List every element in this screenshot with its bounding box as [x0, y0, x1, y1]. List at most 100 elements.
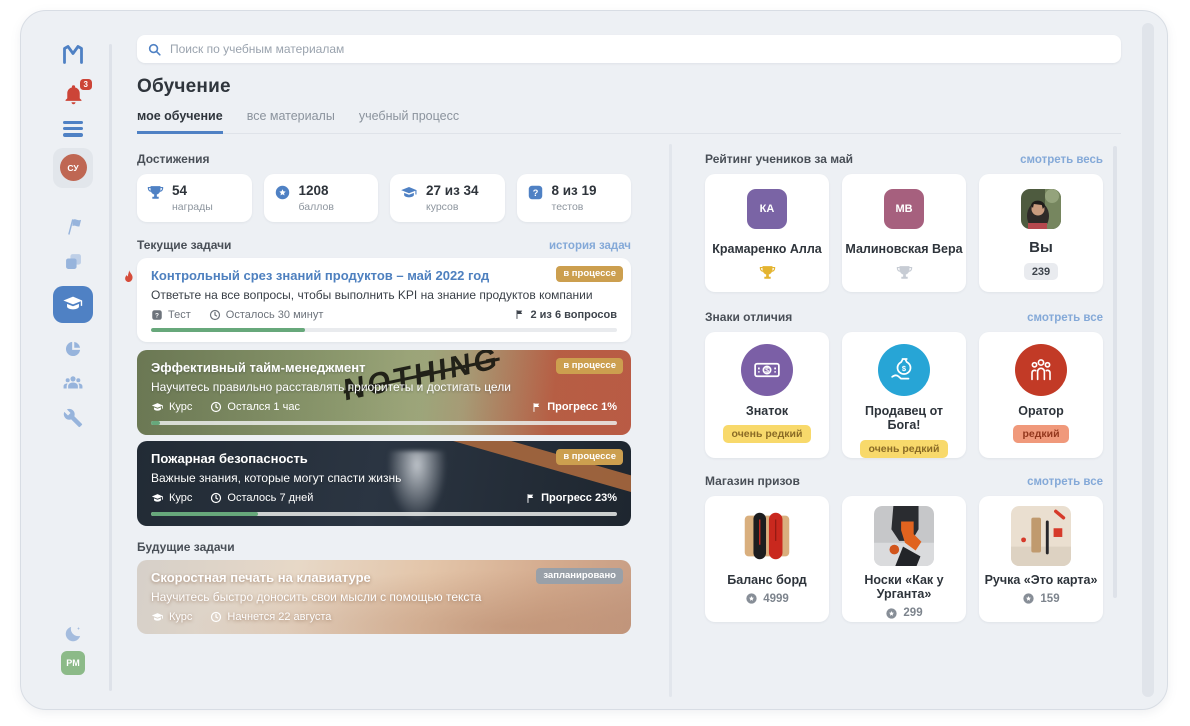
stat-value: 54 — [172, 183, 188, 198]
task-description: Ответьте на все вопросы, чтобы выполнить… — [151, 287, 593, 302]
notification-badge: 3 — [80, 79, 92, 90]
task-history-link[interactable]: история задач — [549, 240, 631, 252]
sidebar-item-flag[interactable] — [62, 215, 84, 237]
rating-card-you[interactable]: Вы 239 — [979, 174, 1103, 292]
pie-chart-icon — [65, 341, 81, 356]
wrench-icon — [63, 408, 83, 427]
task-time-left: Остался 1 час — [227, 401, 300, 414]
task-progress-text: Прогресс 1% — [547, 401, 617, 414]
sidebar-item-analytics[interactable] — [63, 339, 83, 359]
menu-button[interactable] — [63, 121, 83, 137]
task-card-test[interactable]: Контрольный срез знаний продуктов – май … — [125, 257, 631, 342]
status-badge: запланировано — [536, 567, 623, 584]
coin-icon — [746, 593, 757, 605]
product-image-pen — [1011, 506, 1071, 566]
stat-courses[interactable]: 27 из 34 курсов — [390, 174, 505, 222]
column-divider — [669, 144, 672, 697]
user-avatar[interactable]: СУ — [53, 147, 93, 188]
sidebar-item-settings[interactable] — [63, 408, 83, 428]
tab-learning-process[interactable]: учебный процесс — [359, 109, 459, 133]
task-card-fire-safety[interactable]: Пожарная безопасность в процессе Важные … — [137, 440, 631, 526]
task-card-time-management[interactable]: NOTHING Эффективный тайм-менеджмент в пр… — [137, 349, 631, 435]
product-price: 4999 — [763, 592, 789, 605]
window-scrollbar[interactable] — [1142, 23, 1154, 697]
svg-text:?: ? — [532, 188, 538, 198]
flame-icon — [137, 368, 138, 386]
task-time-left: Осталось 7 дней — [227, 492, 314, 505]
task-progress-text: 2 из 6 вопросов — [530, 308, 617, 321]
search-input[interactable] — [170, 42, 1111, 56]
question-icon: ? — [528, 185, 542, 200]
rating-cards: КА Крамаренко Алла МВ Малиновская Вера В… — [705, 174, 1103, 292]
flame-icon — [125, 269, 133, 282]
rating-card-1[interactable]: КА Крамаренко Алла — [705, 174, 829, 292]
dark-mode-toggle[interactable] — [63, 624, 83, 644]
student-name: Малиновская Вера — [845, 242, 963, 256]
shop-card-balance-board[interactable]: Баланс борд 4999 — [705, 496, 829, 622]
graduation-cap-icon — [401, 187, 417, 198]
task-type: Курс — [169, 611, 193, 624]
tab-my-learning[interactable]: мое обучение — [137, 109, 223, 134]
stat-awards[interactable]: 54 награды — [137, 174, 252, 222]
tab-all-materials[interactable]: все материалы — [247, 109, 335, 133]
clock-icon — [209, 309, 220, 320]
product-name: Носки «Как у Урганта» — [864, 573, 944, 602]
future-tasks-title: Будущие задачи — [137, 539, 235, 554]
notifications-button[interactable]: 3 — [62, 79, 92, 106]
test-chip-icon: ? — [152, 309, 162, 320]
task-title[interactable]: Эффективный тайм-менеджмент — [151, 360, 617, 375]
clock-icon — [211, 401, 222, 413]
shop-see-all-link[interactable]: смотреть все — [1027, 476, 1103, 488]
badges-see-all-link[interactable]: смотреть все — [1027, 312, 1103, 324]
menu-icon — [63, 121, 83, 125]
task-meta: Курс Начнется 22 августа — [151, 611, 617, 624]
badge-name: Оратор — [1018, 404, 1064, 418]
shop-card-pen[interactable]: Ручка «Это карта» 159 — [979, 496, 1103, 622]
score-badge: 239 — [1023, 263, 1059, 280]
coin-icon — [886, 608, 898, 619]
task-meta: Курс Осталось 7 дней Прогресс 23% — [151, 492, 617, 505]
search-bar[interactable] — [137, 35, 1121, 63]
sidebar-item-people[interactable] — [62, 372, 84, 394]
learning-column: Достижения 54 награды 1208 баллов 27 из … — [125, 134, 631, 697]
task-title[interactable]: Контрольный срез знаний продуктов – май … — [151, 268, 617, 283]
avatar: МВ — [884, 189, 924, 229]
current-tasks-title: Текущие задачи — [137, 237, 232, 252]
badge-card-seller[interactable]: $ Продавец от Бога! очень редкий — [842, 332, 966, 458]
progress-bar — [151, 327, 617, 332]
product-name: Баланс борд — [727, 573, 807, 587]
widgets-scrollbar[interactable] — [1113, 146, 1117, 598]
svg-text:$: $ — [765, 368, 769, 375]
student-name: Вы — [1029, 239, 1053, 256]
shop-cards: Баланс борд 4999 Носки «Как у Урганта» 2… — [705, 496, 1103, 622]
badge-card-orator[interactable]: Оратор редкий — [979, 332, 1103, 458]
rating-see-all-link[interactable]: смотреть весь — [1020, 154, 1103, 166]
main-content: Обучение мое обучение все материалы учеб… — [125, 11, 1167, 709]
progress-bar — [151, 511, 617, 516]
stat-tests[interactable]: ? 8 из 19 тестов — [516, 174, 631, 222]
rarity-badge: очень редкий — [859, 439, 949, 458]
shop-card-socks[interactable]: Носки «Как у Урганта» 299 — [842, 496, 966, 622]
task-type: Курс — [169, 401, 193, 414]
badge-card-znatok[interactable]: $ Знаток очень редкий — [705, 332, 829, 458]
search-icon — [148, 43, 161, 56]
copy-icon — [65, 253, 81, 269]
clock-icon — [211, 492, 222, 504]
star-coin-icon — [275, 185, 289, 200]
sidebar-item-learning-active[interactable] — [53, 285, 93, 323]
sidebar-scrollbar[interactable] — [109, 44, 112, 691]
rating-card-2[interactable]: МВ Малиновская Вера — [842, 174, 966, 292]
stat-points[interactable]: 1208 баллов — [263, 174, 378, 222]
task-card-typing[interactable]: Скоростная печать на клавиатуре запланир… — [137, 559, 631, 634]
stat-label: награды — [172, 200, 213, 213]
app-logo[interactable] — [61, 42, 85, 66]
sidebar-item-materials[interactable] — [63, 251, 84, 272]
task-description: Научитесь быстро доносить свои мысли с п… — [151, 589, 482, 604]
task-title[interactable]: Пожарная безопасность — [151, 451, 617, 466]
coin-icon — [1023, 593, 1035, 605]
achievements-title: Достижения — [137, 152, 210, 166]
workspace-avatar[interactable]: PM — [61, 651, 85, 675]
status-badge: в процессе — [556, 265, 623, 282]
product-price: 159 — [1040, 592, 1060, 605]
task-meta: ? Тест Осталось 30 минут 2 из 6 вопросов — [151, 309, 617, 321]
